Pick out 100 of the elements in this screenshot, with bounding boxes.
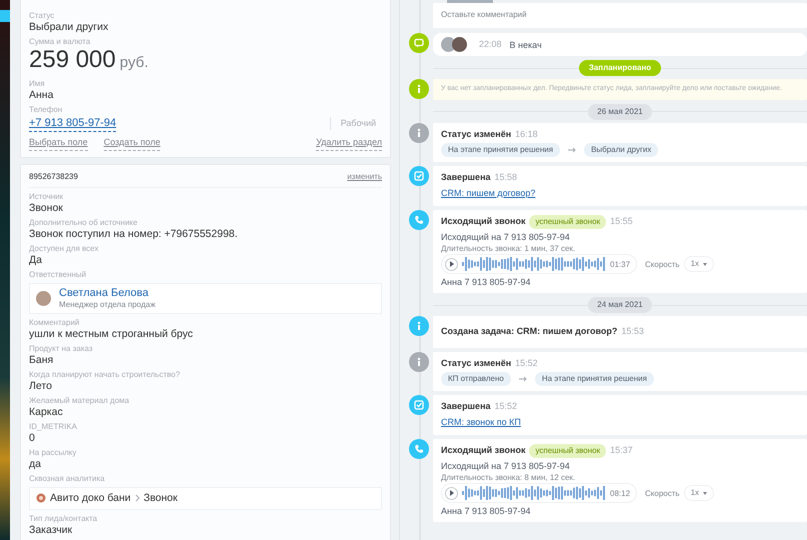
event-title: Исходящий звонок	[441, 444, 526, 458]
field-value: Каркас	[29, 406, 64, 418]
call-result-badge: успешный звонок	[529, 444, 606, 458]
field-action-link[interactable]: Выбрать поле	[29, 136, 88, 150]
call-number: Исходящий на 7 913 805-97-94	[441, 231, 571, 243]
call-contact: Анна 7 913 805-97-94	[441, 276, 532, 288]
record-time: 08:12	[610, 488, 630, 498]
phone-icon	[408, 210, 428, 230]
event-time: 15:58	[494, 171, 518, 184]
status-pill: На этапе принятия решения	[534, 372, 654, 386]
field-value: Баня	[29, 354, 54, 366]
currency-label: руб.	[120, 53, 148, 73]
field-value: Заказчик	[29, 524, 74, 536]
field-label: Сумма и валюта	[29, 37, 92, 47]
status-pill: Выбрали других	[584, 143, 658, 157]
call-contact: Анна 7 913 805-97-94	[441, 505, 532, 517]
user-name[interactable]: Светлана Белова	[59, 286, 156, 300]
info-icon	[408, 316, 428, 336]
avatar-placeholder	[452, 37, 467, 52]
field-label: На рассылку	[29, 448, 78, 458]
amount-value: 259 000	[29, 47, 116, 72]
field-value: Анна	[29, 88, 54, 102]
event-time: 15:55	[610, 215, 633, 228]
field-label: Желаемый материал дома	[29, 396, 130, 406]
info-icon	[408, 352, 428, 372]
phone-icon	[408, 439, 428, 459]
field-value: Лето	[29, 380, 53, 392]
status-pill: На этапе принятия решения	[441, 143, 560, 157]
card-title: 89526738239	[29, 170, 78, 182]
call-duration: Длительность звонка: 8 мин, 12 сек.	[441, 472, 576, 483]
field-label: Продукт на заказ	[29, 344, 94, 354]
date-label: 24 мая 2021	[588, 297, 652, 313]
info-icon	[408, 79, 428, 99]
call-duration: Длительность звонка: 1 мин, 37 сек.	[441, 243, 576, 254]
status-pill: КП отправлено	[441, 372, 511, 386]
task-link[interactable]: CRM: звонок по КП	[441, 416, 521, 428]
edit-link[interactable]: изменить	[347, 170, 382, 182]
caret-icon	[703, 492, 708, 494]
event-title: Завершена	[441, 400, 491, 413]
play-button[interactable]	[445, 486, 458, 500]
user-position: Менеджер отдела продаж	[59, 300, 156, 310]
field-label: Тип лида/контакта	[29, 514, 98, 524]
checkbox-icon	[408, 166, 428, 186]
info-icon	[408, 122, 428, 142]
arrow-icon	[568, 147, 576, 153]
arrow-icon	[518, 376, 527, 382]
play-icon	[449, 261, 454, 267]
field-label: Когда планируют начать строительство?	[29, 370, 181, 380]
event-title: Завершена	[441, 171, 491, 184]
field-value: ушли к местным строганный брус	[29, 328, 194, 340]
call-result-badge: успешный звонок	[529, 215, 606, 229]
field-value: Звонок поступил на номер: +79675552998.	[29, 228, 239, 240]
event-time: 15:52	[515, 356, 538, 370]
event-title: Создана задача: CRM: пишем договор?	[441, 325, 618, 338]
field-value: да	[29, 458, 42, 470]
field-label: Ответственный	[29, 270, 88, 280]
comment-field[interactable]: Оставьте комментарий	[433, 3, 807, 28]
field-label: Источник	[29, 192, 64, 202]
date-label: 26 мая 2021	[588, 104, 652, 120]
speed-button[interactable]: 1x	[684, 256, 714, 272]
step-name: Звонок	[144, 492, 178, 504]
field-value: Звонок	[29, 202, 64, 214]
speed-label: Скорость	[645, 488, 680, 498]
event-title: Статус изменён	[441, 128, 512, 141]
field-label: Доступен для всех	[29, 244, 100, 254]
chevron-icon	[134, 494, 140, 502]
task-link[interactable]: CRM: пишем договор?	[441, 186, 536, 198]
planned-badge: Запланировано	[578, 60, 662, 76]
field-value: Выбрали других	[29, 21, 110, 34]
field-label: Сквозная аналитика	[29, 474, 106, 484]
field-label: ID_METRIKA	[29, 422, 78, 432]
play-button[interactable]	[445, 258, 458, 270]
user-card[interactable]: Светлана Белова Менеджер отдела продаж	[29, 282, 382, 314]
delete-section-link[interactable]: Удалить раздел	[316, 136, 382, 150]
event-time: 16:18	[515, 128, 538, 140]
event-time: 15:53	[621, 325, 644, 338]
event-time: 22:08	[479, 38, 502, 51]
checkbox-icon	[408, 395, 428, 415]
field-value: 0	[29, 432, 36, 444]
field-label: Комментарий	[29, 318, 80, 328]
field-value: Да	[29, 254, 43, 266]
comment-text: В некач	[510, 38, 542, 50]
source-icon	[36, 493, 46, 503]
speed-button[interactable]: 1x	[684, 485, 714, 501]
field-label: Телефон	[29, 104, 64, 114]
call-number: Исходящий на 7 913 805-97-94	[441, 460, 571, 472]
field-action-link[interactable]: Создать поле	[104, 136, 160, 150]
phone-link[interactable]: +7 913 805-97-94	[29, 114, 116, 132]
record-time: 01:37	[610, 258, 630, 270]
event-time: 15:52	[494, 400, 518, 413]
play-icon	[449, 490, 454, 496]
field-label: Имя	[29, 78, 46, 88]
phone-type: Рабочий	[330, 116, 376, 130]
tab-indicator	[447, 0, 493, 3]
avatar-placeholder	[36, 290, 51, 306]
caret-icon	[703, 262, 708, 266]
event-time: 15:37	[610, 444, 633, 458]
source-name: Авито доко бани	[50, 492, 131, 504]
field-label: Статус	[29, 11, 56, 21]
field-label: Дополнительно об источнике	[29, 218, 138, 228]
